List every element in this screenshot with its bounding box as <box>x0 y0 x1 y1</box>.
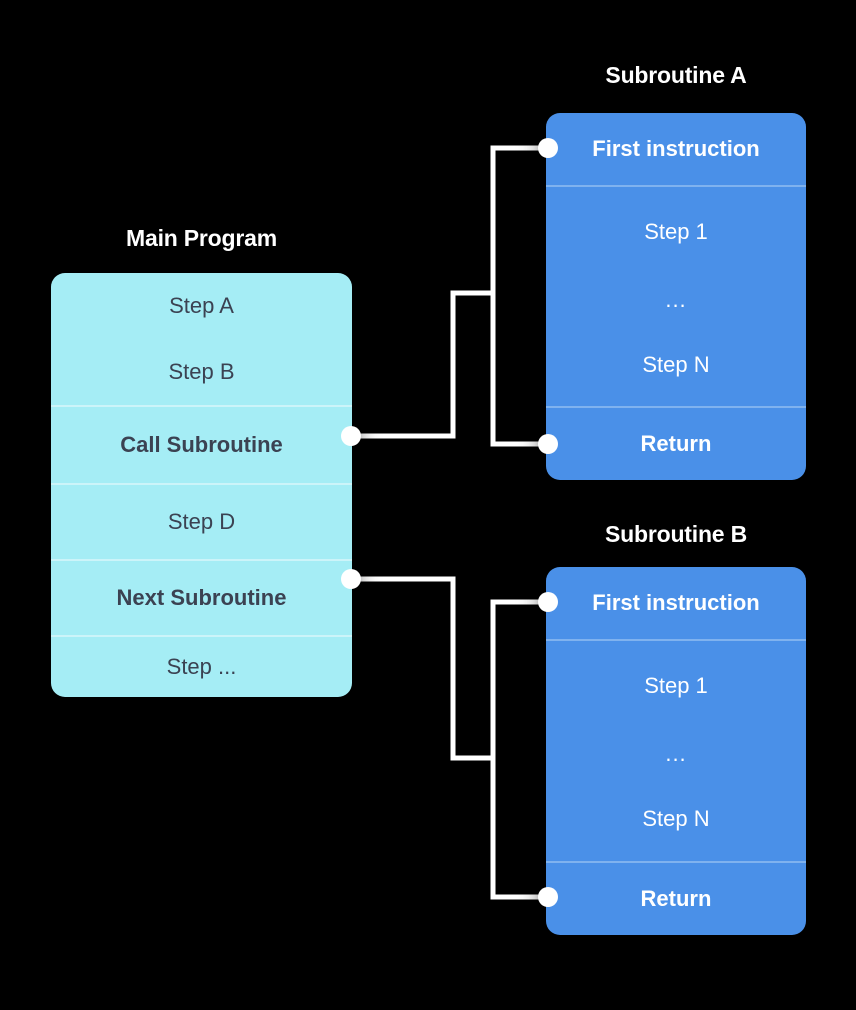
connector-return-subroutine-b <box>490 755 549 900</box>
subb-row-ellipsis[interactable]: ... <box>546 720 806 788</box>
main-row-call-subroutine[interactable]: Call Subroutine <box>51 405 352 483</box>
dot-next-subroutine[interactable] <box>341 569 361 589</box>
subroutine-b-title: Subroutine B <box>605 521 747 547</box>
subb-row-first-instruction[interactable]: First instruction <box>546 567 806 639</box>
dot-suba-return[interactable] <box>538 434 558 454</box>
suba-row-ellipsis[interactable]: ... <box>546 266 806 334</box>
suba-row-first-instruction[interactable]: First instruction <box>546 113 806 185</box>
subroutine-b-block: First instruction Step 1 ... Step N Retu… <box>546 567 806 935</box>
suba-row-step-n[interactable]: Step N <box>546 334 806 396</box>
dot-subb-first-instruction[interactable] <box>538 592 558 612</box>
main-row-step-d[interactable]: Step D <box>51 483 352 559</box>
dot-call-subroutine[interactable] <box>341 426 361 446</box>
suba-body: Step 1 ... Step N <box>546 185 806 406</box>
subb-body: Step 1 ... Step N <box>546 639 806 861</box>
main-row-next-subroutine[interactable]: Next Subroutine <box>51 559 352 635</box>
main-row-step-a[interactable]: Step A <box>51 273 352 339</box>
main-program-title: Main Program <box>126 225 277 251</box>
connector-call-subroutine-a <box>348 145 549 439</box>
subroutine-a-block: First instruction Step 1 ... Step N Retu… <box>546 113 806 480</box>
suba-row-return[interactable]: Return <box>546 406 806 480</box>
main-program-block: Step A Step B Call Subroutine Step D Nex… <box>51 273 352 697</box>
diagram-canvas: Main Program Subroutine A Subroutine B S… <box>0 0 856 1010</box>
subb-row-return[interactable]: Return <box>546 861 806 935</box>
suba-row-step-1[interactable]: Step 1 <box>546 198 806 266</box>
subb-row-step-n[interactable]: Step N <box>546 788 806 850</box>
main-row-step-b[interactable]: Step B <box>51 339 352 405</box>
subb-row-step-1[interactable]: Step 1 <box>546 652 806 720</box>
dot-subb-return[interactable] <box>538 887 558 907</box>
dot-suba-first-instruction[interactable] <box>538 138 558 158</box>
connector-return-subroutine-a <box>490 290 549 447</box>
subroutine-a-title: Subroutine A <box>605 62 747 88</box>
main-row-step-ellipsis[interactable]: Step ... <box>51 635 352 697</box>
connector-call-subroutine-b <box>348 576 549 761</box>
